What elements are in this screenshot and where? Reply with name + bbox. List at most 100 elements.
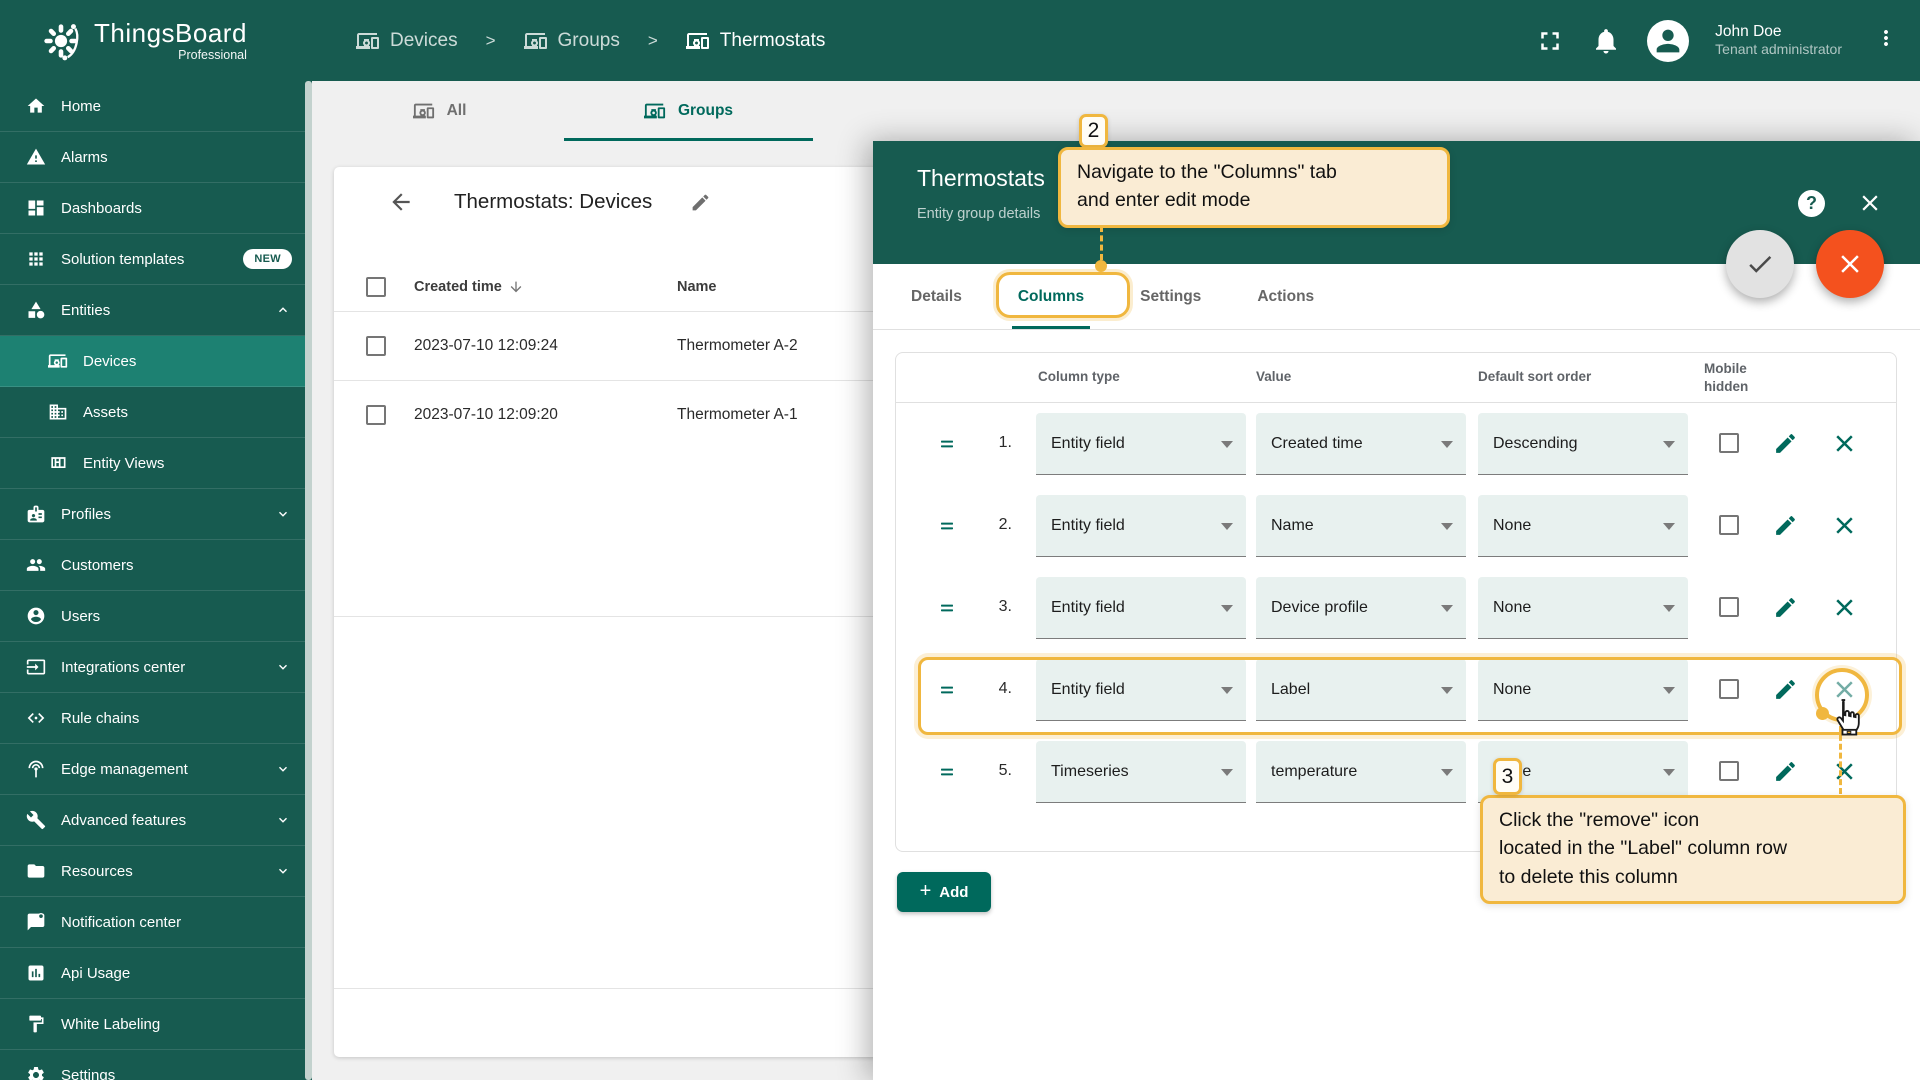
drag-handle-icon[interactable]	[937, 764, 957, 780]
app-edition: Professional	[94, 49, 247, 62]
sidebar-item-label: Notification center	[61, 914, 181, 931]
breadcrumb-item-devices[interactable]: Devices	[356, 29, 458, 53]
edit-title-pencil-icon[interactable]	[690, 192, 711, 213]
sidebar-item-api-usage[interactable]: Api Usage	[0, 948, 312, 999]
kebab-menu-icon[interactable]	[1874, 26, 1898, 56]
default-sort-order-select[interactable]: None	[1478, 577, 1688, 639]
back-arrow-icon[interactable]	[388, 189, 414, 215]
advanced-features-icon	[26, 810, 46, 830]
page-title: Thermostats: Devices	[454, 190, 652, 214]
sidebar-scrollbar[interactable]	[305, 81, 312, 1080]
column-type-select[interactable]: Timeseries	[1036, 741, 1246, 803]
default-sort-order-select[interactable]: Descending	[1478, 413, 1688, 475]
dialog-tab-details[interactable]: Details	[883, 264, 990, 329]
breadcrumb-item-thermostats[interactable]: Thermostats	[686, 29, 826, 53]
sidebar-item-label: Resources	[61, 863, 133, 880]
notification-center-icon	[26, 912, 46, 932]
close-icon[interactable]	[1857, 190, 1883, 216]
mobile-hidden-checkbox[interactable]	[1719, 597, 1739, 617]
sidebar-item-users[interactable]: Users	[0, 591, 312, 642]
edge-management-icon	[26, 759, 46, 779]
row-checkbox[interactable]	[366, 405, 386, 425]
table-header-row: Created time Name	[334, 263, 524, 311]
integrations-icon	[26, 657, 46, 677]
avatar[interactable]	[1647, 20, 1689, 62]
white-labeling-icon	[26, 1014, 46, 1034]
user-info[interactable]: John Doe Tenant administrator	[1715, 22, 1842, 59]
app-logo[interactable]: ThingsBoard Professional	[0, 0, 312, 81]
sidebar-item-solution-templates[interactable]: Solution templatesNEW	[0, 234, 312, 285]
sidebar-item-home[interactable]: Home	[0, 81, 312, 132]
drag-handle-icon[interactable]	[937, 436, 957, 452]
sidebar-item-white-labeling[interactable]: White Labeling	[0, 999, 312, 1050]
row-checkbox[interactable]	[366, 336, 386, 356]
column-type-select[interactable]: Entity field	[1036, 577, 1246, 639]
sidebar-item-edge-management[interactable]: Edge management	[0, 744, 312, 795]
value-select[interactable]: Name	[1256, 495, 1466, 557]
devices-icon	[524, 29, 548, 53]
step-2-dot	[1095, 260, 1107, 272]
mobile-hidden-checkbox[interactable]	[1719, 761, 1739, 781]
breadcrumb-separator: >	[648, 31, 658, 51]
value-select[interactable]: temperature	[1256, 741, 1466, 803]
sidebar-item-dashboards[interactable]: Dashboards	[0, 183, 312, 234]
notifications-bell-icon[interactable]	[1591, 26, 1621, 56]
sidebar-item-assets[interactable]: Assets	[0, 387, 312, 438]
sidebar-item-resources[interactable]: Resources	[0, 846, 312, 897]
value-select[interactable]: Device profile	[1256, 577, 1466, 639]
tab-groups[interactable]: Groups	[564, 81, 813, 141]
name-cell: Thermometer A-1	[677, 406, 798, 424]
remove-column-icon[interactable]	[1832, 595, 1857, 620]
sidebar-item-label: Edge management	[61, 761, 188, 778]
remove-column-icon[interactable]	[1832, 759, 1857, 784]
sidebar-item-label: Assets	[83, 404, 128, 421]
drag-handle-icon[interactable]	[937, 600, 957, 616]
sidebar-item-entities[interactable]: Entities	[0, 285, 312, 336]
sidebar-item-integrations-center[interactable]: Integrations center	[0, 642, 312, 693]
breadcrumb-item-groups[interactable]: Groups	[524, 29, 620, 53]
dialog-tab-actions[interactable]: Actions	[1229, 264, 1342, 329]
select-all-checkbox[interactable]	[366, 277, 386, 297]
edit-column-pencil-icon[interactable]	[1773, 513, 1798, 538]
value-select[interactable]: Created time	[1256, 413, 1466, 475]
sidebar-item-profiles[interactable]: Profiles	[0, 489, 312, 540]
chevron-down-icon	[1441, 769, 1453, 776]
default-sort-order-select[interactable]: None	[1478, 495, 1688, 557]
add-column-button[interactable]: + Add	[897, 872, 991, 912]
sidebar-item-alarms[interactable]: Alarms	[0, 132, 312, 183]
remove-column-icon[interactable]	[1832, 513, 1857, 538]
sidebar-item-notification-center[interactable]: Notification center	[0, 897, 312, 948]
default-sort-order-header: Default sort order	[1478, 369, 1591, 384]
user-role: Tenant administrator	[1715, 41, 1842, 59]
new-badge: NEW	[243, 249, 292, 269]
sidebar-item-label: Entities	[61, 302, 110, 319]
mobile-hidden-checkbox[interactable]	[1719, 515, 1739, 535]
drag-handle-icon[interactable]	[937, 518, 957, 534]
sidebar-item-entity-views[interactable]: Entity Views	[0, 438, 312, 489]
mobile-hidden-checkbox[interactable]	[1719, 433, 1739, 453]
help-icon[interactable]: ?	[1798, 190, 1825, 217]
dashboards-icon	[26, 198, 46, 218]
edit-column-pencil-icon[interactable]	[1773, 759, 1798, 784]
sidebar-item-settings[interactable]: Settings	[0, 1050, 312, 1080]
fullscreen-icon[interactable]	[1535, 26, 1565, 56]
sidebar-item-advanced-features[interactable]: Advanced features	[0, 795, 312, 846]
sidebar-item-customers[interactable]: Customers	[0, 540, 312, 591]
column-type-select[interactable]: Entity field	[1036, 413, 1246, 475]
tab-all[interactable]: All	[315, 81, 564, 141]
sort-descending-arrow-icon[interactable]	[508, 279, 524, 295]
name-header[interactable]: Name	[677, 279, 717, 295]
thingsboard-logo-icon	[38, 18, 84, 64]
sidebar-item-rule-chains[interactable]: Rule chains	[0, 693, 312, 744]
entity-views-icon	[48, 453, 68, 473]
sidebar-item-devices[interactable]: Devices	[0, 336, 312, 387]
cancel-changes-fab[interactable]	[1816, 230, 1884, 298]
chevron-down-icon	[276, 813, 290, 827]
apply-changes-fab[interactable]	[1726, 230, 1794, 298]
edit-column-pencil-icon[interactable]	[1773, 431, 1798, 456]
step-3-badge: 3	[1493, 758, 1522, 795]
remove-column-icon[interactable]	[1832, 431, 1857, 456]
column-type-select[interactable]: Entity field	[1036, 495, 1246, 557]
edit-column-pencil-icon[interactable]	[1773, 595, 1798, 620]
created-time-header[interactable]: Created time	[414, 279, 502, 295]
